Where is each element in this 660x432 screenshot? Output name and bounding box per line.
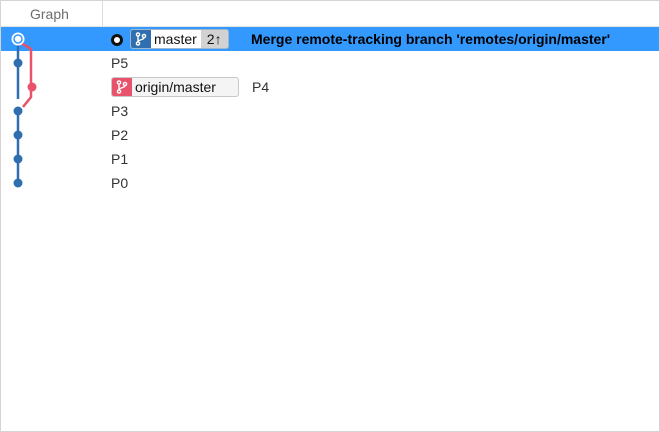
commit-row[interactable]: P0: [1, 171, 659, 195]
ahead-count-badge: 2↑: [200, 30, 228, 48]
commit-message: P5: [111, 55, 129, 71]
commit-node-p1: [13, 154, 23, 164]
head-marker-icon: [111, 34, 123, 46]
commit-row[interactable]: P2: [1, 123, 659, 147]
commit-graph: [11, 32, 37, 188]
column-header: Graph: [1, 1, 659, 27]
commit-message: P3: [111, 103, 129, 119]
commit-message: P4: [252, 79, 270, 95]
remote-lane-line: [20, 41, 33, 108]
branch-name: master: [154, 31, 197, 47]
commit-node-p3: [13, 106, 23, 116]
branch-label-origin-master[interactable]: origin/master: [111, 77, 239, 97]
commit-node-p2: [13, 130, 23, 140]
graph-column-label: Graph: [30, 6, 69, 22]
git-branch-icon: [131, 30, 151, 48]
commit-message: P2: [111, 127, 129, 143]
branch-label-master[interactable]: master 2↑: [130, 29, 229, 49]
commit-row-remote[interactable]: origin/master P4: [1, 75, 659, 99]
commit-row[interactable]: P1: [1, 147, 659, 171]
commit-node-p5: [13, 58, 23, 68]
commit-message: Merge remote-tracking branch 'remotes/or…: [251, 31, 611, 47]
commit-row[interactable]: P3: [1, 99, 659, 123]
commit-message: P1: [111, 151, 129, 167]
commit-row[interactable]: P5: [1, 51, 659, 75]
branch-name: origin/master: [135, 79, 216, 95]
commit-node-p0: [13, 178, 23, 188]
git-branch-icon: [112, 78, 132, 96]
commit-message: P0: [111, 175, 129, 191]
commit-graph-panel: Graph master 2↑ Merge remote-tracking br…: [0, 0, 660, 432]
commit-node-p4: [27, 82, 37, 92]
commit-row-merge[interactable]: master 2↑ Merge remote-tracking branch '…: [1, 27, 659, 51]
graph-column-header[interactable]: Graph: [1, 1, 103, 26]
